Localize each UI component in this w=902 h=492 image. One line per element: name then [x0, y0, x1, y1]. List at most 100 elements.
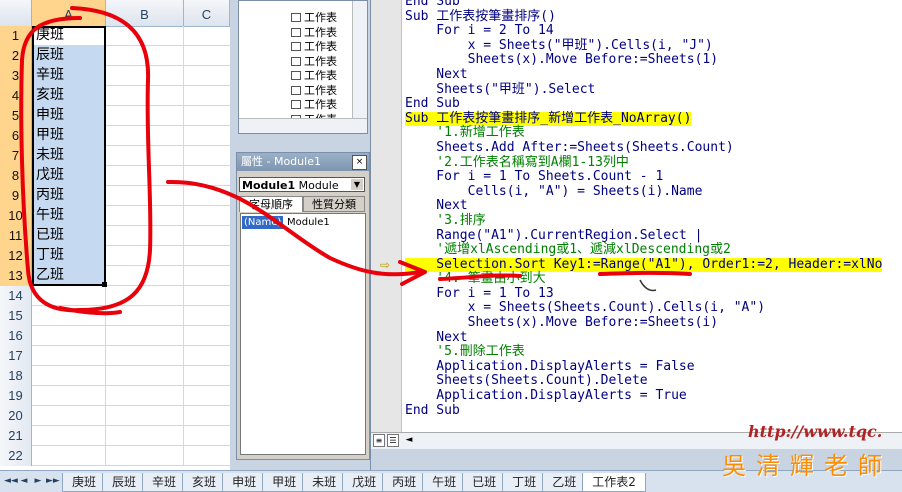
row-header[interactable]: 13: [0, 266, 32, 286]
row-header[interactable]: 15: [0, 306, 32, 326]
row-header[interactable]: 21: [0, 426, 32, 446]
properties-close-button[interactable]: ×: [352, 155, 367, 170]
tab-categorized[interactable]: 性質分類: [303, 196, 365, 212]
cell-a[interactable]: [32, 366, 106, 385]
tree-item-sheet[interactable]: 工作表: [291, 26, 337, 40]
code-line[interactable]: Next: [405, 67, 902, 83]
row-header[interactable]: 3: [0, 66, 32, 86]
code-line[interactable]: '5.刪除工作表: [405, 344, 902, 360]
cell-a[interactable]: 午班: [32, 206, 106, 225]
code-line[interactable]: Range("A1").CurrentRegion.Select |: [405, 228, 902, 244]
cell-a[interactable]: [32, 306, 106, 325]
cell-a[interactable]: 甲班: [32, 126, 106, 145]
code-line[interactable]: '4. 筆畫由小到大: [405, 271, 902, 287]
cell-b[interactable]: [106, 206, 184, 225]
cell-b[interactable]: [106, 326, 184, 345]
code-line[interactable]: For i = 2 To 14: [405, 23, 902, 39]
sheet-tab[interactable]: 甲班: [262, 473, 307, 492]
column-header-b[interactable]: B: [106, 0, 184, 26]
code-line[interactable]: Sheets(x).Move Before:=Sheets(1): [405, 53, 902, 68]
row-header[interactable]: 19: [0, 386, 32, 406]
cell-b[interactable]: [106, 86, 184, 105]
row-header[interactable]: 11: [0, 226, 32, 246]
cell-b[interactable]: [106, 226, 184, 245]
cell-b[interactable]: [106, 186, 184, 205]
row-header[interactable]: 18: [0, 366, 32, 386]
row-header[interactable]: 17: [0, 346, 32, 366]
cell-b[interactable]: [106, 146, 184, 165]
code-line[interactable]: '2.工作表名稱寫到A欄1-13列中: [405, 155, 902, 171]
cell-b[interactable]: [106, 306, 184, 325]
sheet-tab[interactable]: 庚班: [62, 473, 107, 492]
cell-a[interactable]: 丙班: [32, 186, 106, 205]
row-header[interactable]: 5: [0, 106, 32, 126]
code-line[interactable]: End Sub: [405, 403, 902, 419]
cell-a[interactable]: [32, 406, 106, 425]
code-line[interactable]: '3.排序: [405, 213, 902, 229]
sheet-tab[interactable]: 申班: [222, 473, 267, 492]
project-vertical-scrollbar[interactable]: [352, 1, 367, 119]
cell-a[interactable]: 已班: [32, 226, 106, 245]
cell-b[interactable]: [106, 446, 184, 465]
cell-c[interactable]: [184, 266, 230, 285]
cell-a[interactable]: 丁班: [32, 246, 106, 265]
cell-b[interactable]: [106, 286, 184, 305]
fill-handle[interactable]: [102, 282, 107, 287]
code-window[interactable]: ⇨ End Sub Sub 工作表按筆畫排序() For i = 2 To 14 …: [370, 0, 902, 470]
procedure-view-icon[interactable]: ≡: [373, 434, 385, 447]
sheet-tab[interactable]: 辛班: [142, 473, 187, 492]
cell-c[interactable]: [184, 246, 230, 265]
cell-c[interactable]: [184, 306, 230, 325]
code-editor[interactable]: End Sub Sub 工作表按筆畫排序() For i = 2 To 14 x …: [405, 0, 902, 418]
cell-a[interactable]: 戊班: [32, 166, 106, 185]
code-line[interactable]: End Sub: [405, 96, 902, 112]
object-select[interactable]: Module1 Module ▼: [239, 177, 365, 192]
cell-b[interactable]: [106, 126, 184, 145]
last-sheet-button[interactable]: ►►: [46, 474, 60, 488]
row-header[interactable]: 1: [0, 26, 32, 46]
cell-c[interactable]: [184, 186, 230, 205]
cell-b[interactable]: [106, 386, 184, 405]
code-line[interactable]: Selection.Sort Key1:=Range("A1"), Order1…: [405, 257, 902, 273]
cell-a[interactable]: 辛班: [32, 66, 106, 85]
property-value-cell[interactable]: Module1: [287, 216, 330, 229]
cell-c[interactable]: [184, 86, 230, 105]
column-header-c[interactable]: C: [184, 0, 230, 26]
cell-c[interactable]: [184, 46, 230, 65]
cell-a[interactable]: 亥班: [32, 86, 106, 105]
next-sheet-button[interactable]: ►: [32, 474, 44, 488]
select-all-corner[interactable]: [0, 0, 32, 26]
code-line[interactable]: For i = 1 To 13: [405, 286, 902, 302]
tab-alphabetic[interactable]: 字母順序: [239, 196, 303, 212]
cell-a[interactable]: 庚班: [32, 26, 106, 45]
scroll-left-icon[interactable]: ◄: [403, 434, 415, 447]
tree-item-sheet[interactable]: 工作表: [291, 84, 337, 98]
code-line[interactable]: Next: [405, 199, 902, 214]
code-line[interactable]: x = Sheets("甲班").Cells(i, "J"): [405, 38, 902, 54]
cell-b[interactable]: [106, 26, 184, 45]
sheet-tab[interactable]: 午班: [422, 473, 467, 492]
cell-c[interactable]: [184, 66, 230, 85]
row-header[interactable]: 12: [0, 246, 32, 266]
sheet-tab[interactable]: 戊班: [342, 473, 387, 492]
cell-a[interactable]: [32, 386, 106, 405]
row-header[interactable]: 6: [0, 126, 32, 146]
tree-item-sheet[interactable]: 工作表: [291, 69, 337, 83]
cell-b[interactable]: [106, 46, 184, 65]
cell-b[interactable]: [106, 66, 184, 85]
row-header[interactable]: 22: [0, 446, 32, 466]
cell-a[interactable]: 未班: [32, 146, 106, 165]
sheet-tab[interactable]: 丁班: [502, 473, 547, 492]
cell-c[interactable]: [184, 346, 230, 365]
cell-c[interactable]: [184, 166, 230, 185]
code-line[interactable]: Cells(i, "A") = Sheets(i).Name: [405, 184, 902, 200]
cell-a[interactable]: [32, 426, 106, 445]
code-line[interactable]: '遞增xlAscending或1、遞減xlDescending或2: [405, 242, 902, 258]
code-line[interactable]: Application.DisplayAlerts = True: [405, 388, 902, 404]
sheet-tab[interactable]: 丙班: [382, 473, 427, 492]
property-name-cell[interactable]: (Name): [242, 216, 284, 229]
tree-item-sheet[interactable]: 工作表: [291, 40, 337, 54]
row-header[interactable]: 14: [0, 286, 32, 306]
code-line[interactable]: Sheets.Add After:=Sheets(Sheets.Count): [405, 140, 902, 156]
sheet-tab[interactable]: 工作表2: [582, 473, 646, 492]
